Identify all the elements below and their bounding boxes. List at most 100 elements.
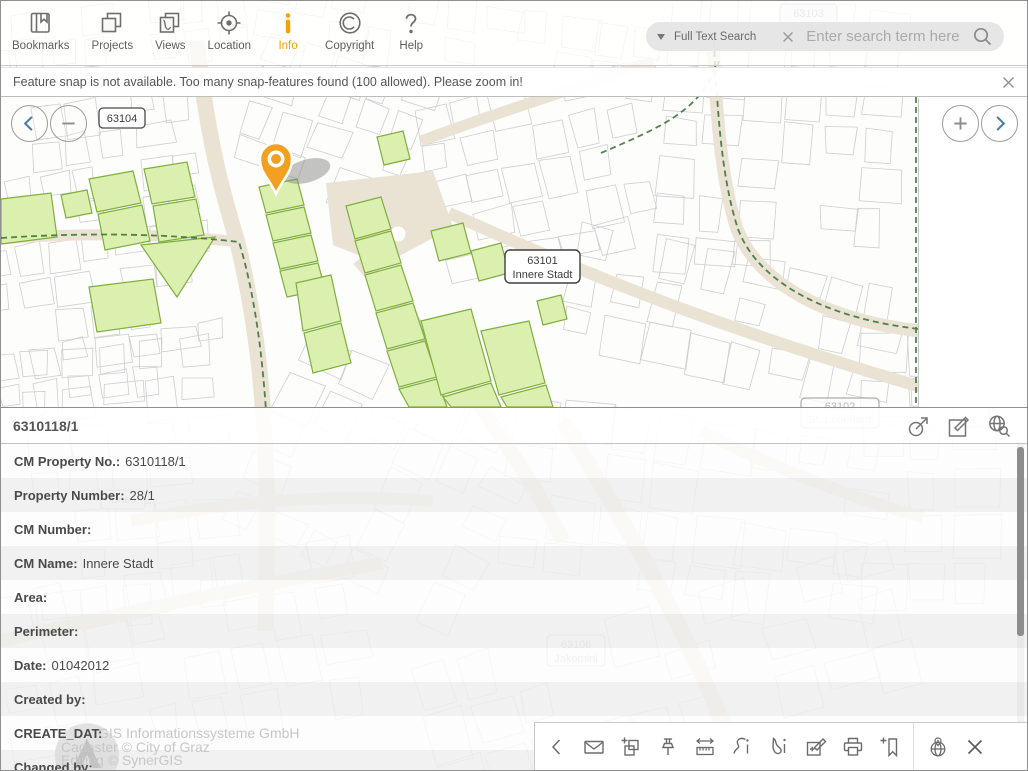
identify-line-button[interactable] bbox=[723, 723, 760, 770]
measure-ruler-icon bbox=[693, 735, 717, 759]
row-label: Perimeter: bbox=[14, 624, 78, 639]
table-row: Property Number: 28/1 bbox=[1, 478, 1027, 512]
location-crosshair-icon bbox=[214, 7, 244, 39]
row-value: 6310118/1 bbox=[125, 454, 186, 469]
panel-scrollbar-thumb[interactable] bbox=[1017, 447, 1024, 636]
notification-message: Feature snap is not available. Too many … bbox=[13, 75, 523, 89]
collapse-toolbar-button[interactable] bbox=[538, 723, 575, 770]
feature-actions-toolbar bbox=[534, 722, 1027, 770]
feature-title: 6310118/1 bbox=[13, 418, 78, 434]
pan-left-button[interactable] bbox=[11, 105, 48, 142]
toolbar-item-help[interactable]: Help bbox=[385, 1, 437, 52]
toolbar-item-bookmarks[interactable]: Bookmarks bbox=[1, 1, 81, 52]
row-value: Innere Stadt bbox=[83, 556, 154, 571]
table-row: Date: 01042012 bbox=[1, 648, 1027, 682]
identify-polygon-button[interactable] bbox=[760, 723, 797, 770]
projects-icon bbox=[97, 7, 127, 39]
toolbar-item-label: Views bbox=[155, 40, 185, 52]
notification-close-icon[interactable] bbox=[1002, 76, 1015, 89]
pin-feature-button[interactable] bbox=[649, 723, 686, 770]
toolbar-item-label: Bookmarks bbox=[12, 40, 70, 52]
pushpin-icon bbox=[656, 735, 680, 759]
row-label: CM Property No.: bbox=[14, 454, 120, 469]
row-label: CM Name: bbox=[14, 556, 78, 571]
toolbar-item-projects[interactable]: Projects bbox=[81, 1, 145, 52]
zoom-to-feature-button[interactable] bbox=[985, 413, 1013, 439]
map-right-panel bbox=[918, 98, 1028, 407]
globe-location-button[interactable] bbox=[919, 723, 956, 770]
bookmark-plus-icon bbox=[878, 735, 902, 759]
notification-bar: Feature snap is not available. Too many … bbox=[1, 67, 1027, 97]
zoom-in-button[interactable] bbox=[942, 105, 979, 142]
search-input[interactable] bbox=[804, 27, 966, 46]
feature-panel-header: 6310118/1 bbox=[1, 407, 1027, 444]
follow-arrow-icon bbox=[905, 413, 933, 439]
identify-line-icon bbox=[730, 735, 754, 759]
svg-text:63104: 63104 bbox=[107, 113, 138, 125]
copy-features-button[interactable] bbox=[612, 723, 649, 770]
follow-feature-button[interactable] bbox=[905, 413, 933, 439]
toolbar-separator bbox=[913, 723, 914, 770]
chevron-down-icon[interactable] bbox=[657, 34, 665, 40]
identify-polygon-icon bbox=[767, 735, 791, 759]
toolbar-item-location[interactable]: Location bbox=[197, 1, 262, 52]
toolbar-item-views[interactable]: Views bbox=[144, 1, 196, 52]
edit-plus-icon bbox=[804, 735, 828, 759]
bookmarks-icon bbox=[26, 7, 56, 39]
toolbar-item-copyright[interactable]: Copyright bbox=[314, 1, 385, 52]
row-label: CREATE_DAT: bbox=[14, 726, 102, 741]
edit-pencil-icon bbox=[945, 413, 973, 439]
svg-text:Innere Stadt: Innere Stadt bbox=[513, 269, 573, 281]
row-label: Changed by: bbox=[14, 760, 93, 771]
map-label-63101-innere-stadt: 63101 Innere Stadt bbox=[505, 250, 580, 283]
toolbar-item-label: Copyright bbox=[325, 40, 374, 52]
toolbar-item-label: Projects bbox=[92, 40, 134, 52]
table-row: Created by: bbox=[1, 682, 1027, 716]
table-row: Perimeter: bbox=[1, 614, 1027, 648]
add-bookmark-button[interactable] bbox=[871, 723, 908, 770]
search-bar: Full Text Search bbox=[646, 22, 1004, 51]
gis-application-window: 63104 63101 Innere Stadt 63102 St. Leonh… bbox=[0, 0, 1028, 771]
table-row: Area: bbox=[1, 580, 1027, 614]
plus-icon bbox=[943, 105, 978, 142]
search-icon[interactable] bbox=[972, 26, 993, 47]
globe-search-icon bbox=[985, 413, 1013, 439]
chevron-left-icon bbox=[545, 735, 569, 759]
row-label: Area: bbox=[14, 590, 47, 605]
globe-pin-icon bbox=[926, 735, 950, 759]
chevron-left-icon bbox=[12, 105, 47, 142]
toolbar-item-info[interactable]: Info bbox=[262, 1, 314, 52]
search-filter-label[interactable]: Full Text Search bbox=[674, 31, 756, 43]
table-row: CM Number: bbox=[1, 512, 1027, 546]
envelope-icon bbox=[582, 735, 606, 759]
measure-button[interactable] bbox=[686, 723, 723, 770]
toolbar-item-label: Info bbox=[278, 40, 297, 52]
zoom-out-button[interactable] bbox=[50, 105, 87, 142]
pan-right-button[interactable] bbox=[981, 105, 1018, 142]
close-icon bbox=[963, 735, 987, 759]
copyright-icon bbox=[335, 7, 365, 39]
toolbar-item-label: Help bbox=[399, 40, 423, 52]
toolbar-item-label: Location bbox=[208, 40, 251, 52]
clear-search-icon[interactable] bbox=[782, 31, 794, 43]
copy-plus-icon bbox=[619, 735, 643, 759]
row-label: CM Number: bbox=[14, 522, 91, 537]
views-icon bbox=[155, 7, 185, 39]
edit-feature-button-bottom[interactable] bbox=[797, 723, 834, 770]
printer-icon bbox=[841, 735, 865, 759]
edit-feature-button[interactable] bbox=[945, 413, 973, 439]
chevron-right-icon bbox=[982, 105, 1017, 142]
email-button[interactable] bbox=[575, 723, 612, 770]
marker-pin-center bbox=[271, 154, 281, 164]
row-label: Property Number: bbox=[14, 488, 125, 503]
row-label: Date: bbox=[14, 658, 47, 673]
minus-icon bbox=[51, 105, 86, 142]
map-label-63104: 63104 bbox=[99, 108, 145, 128]
svg-text:63101: 63101 bbox=[527, 255, 558, 267]
row-value: 28/1 bbox=[130, 488, 155, 503]
row-label: Created by: bbox=[14, 692, 86, 707]
print-button[interactable] bbox=[834, 723, 871, 770]
close-panel-button[interactable] bbox=[956, 723, 993, 770]
info-icon bbox=[273, 7, 303, 39]
row-value: 01042012 bbox=[52, 658, 110, 673]
